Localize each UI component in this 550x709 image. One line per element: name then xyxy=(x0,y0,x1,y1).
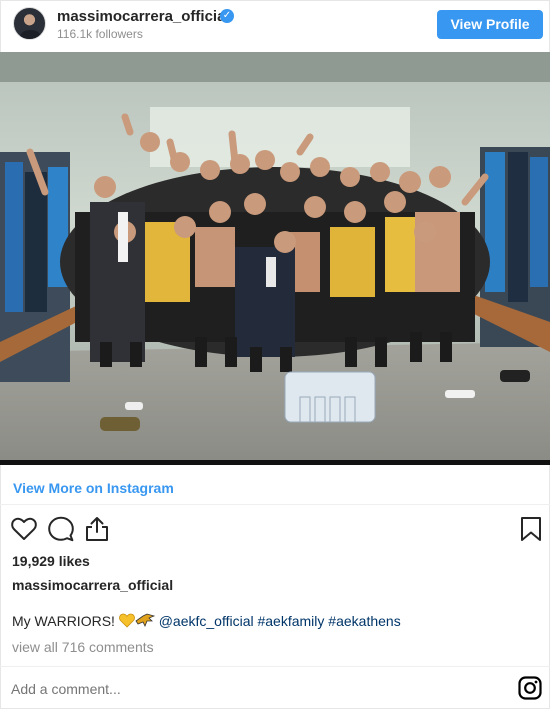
divider xyxy=(0,504,550,505)
eagle-emoji-icon xyxy=(135,613,156,631)
post-photo[interactable] xyxy=(0,52,550,465)
bookmark-icon[interactable] xyxy=(517,515,545,543)
heart-icon[interactable] xyxy=(10,515,38,543)
verified-badge-icon: ✓ xyxy=(220,9,234,23)
add-comment-input[interactable] xyxy=(11,681,491,697)
hashtag-link[interactable]: #aekathens xyxy=(328,613,400,629)
post-header: massimocarrera_official ✓ 116.1k followe… xyxy=(0,0,550,52)
follower-count: 116.1k followers xyxy=(57,27,143,41)
view-profile-button[interactable]: View Profile xyxy=(437,10,543,39)
instagram-icon[interactable] xyxy=(518,676,542,700)
comment-icon[interactable] xyxy=(47,515,75,543)
mention-link[interactable]: @aekfc_official xyxy=(159,613,254,629)
post-caption: My WARRIORS! @aekfc_official #aekfamily … xyxy=(12,613,401,631)
divider xyxy=(0,666,550,667)
share-icon[interactable] xyxy=(83,515,111,543)
team-photo-illustration xyxy=(0,52,550,465)
caption-author[interactable]: massimocarrera_official xyxy=(12,577,173,593)
view-more-link[interactable]: View More on Instagram xyxy=(13,480,174,496)
view-all-comments-link[interactable]: view all 716 comments xyxy=(12,639,154,655)
profile-avatar[interactable] xyxy=(13,7,46,40)
like-count[interactable]: 19,929 likes xyxy=(12,553,90,569)
yellow-heart-emoji-icon xyxy=(118,613,135,631)
caption-text: My WARRIORS! xyxy=(12,613,115,629)
action-bar xyxy=(0,512,550,548)
profile-username[interactable]: massimocarrera_official xyxy=(57,8,230,25)
hashtag-link[interactable]: #aekfamily xyxy=(257,613,324,629)
